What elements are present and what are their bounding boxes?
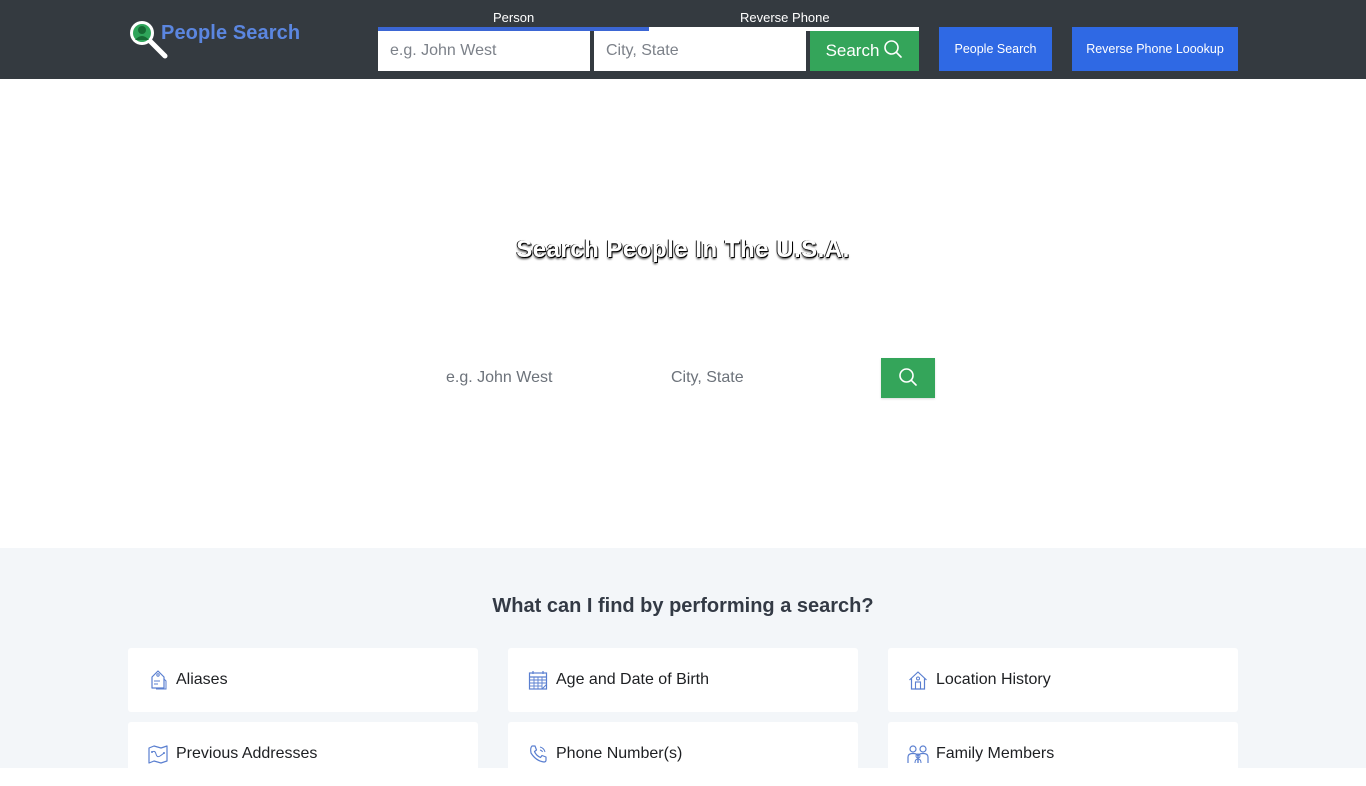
tab-person[interactable]: Person [493,10,534,25]
hero-title: Search People In The U.S.A. [516,236,850,263]
hero-location-input[interactable] [671,358,871,398]
feature-card-age-dob: Age and Date of Birth [508,648,858,712]
features-section: What can I find by performing a search? … [0,548,1366,786]
hero-name-input[interactable] [446,358,646,398]
feature-label: Aliases [176,671,228,688]
feature-label: Family Members [936,745,1055,762]
header-name-input[interactable] [378,31,590,71]
header-search-button-label: Search [825,41,880,60]
features-title: What can I find by performing a search? [492,595,874,617]
tab-reverse-phone[interactable]: Reverse Phone [740,10,830,25]
map-icon [147,743,169,765]
feature-card-phone-numbers: Phone Number(s) [508,722,858,786]
calendar-icon [527,669,549,691]
site-header: People Search Person Reverse Phone Searc… [0,0,1366,79]
family-icon [907,743,929,765]
feature-label: Age and Date of Birth [556,671,709,688]
phone-icon [527,743,549,765]
nav-reverse-phone-lookup-button[interactable]: Reverse Phone Loookup [1072,27,1238,71]
logo-link[interactable]: People Search [128,19,300,61]
tag-icon [147,669,169,691]
search-icon [883,39,903,64]
logo-text: People Search [161,22,301,44]
hero-search-button[interactable] [881,358,935,398]
feature-label: Location History [936,671,1051,688]
magnifier-person-logo-icon [128,19,170,61]
header-location-input[interactable] [594,31,806,71]
feature-label: Previous Addresses [176,745,318,762]
feature-card-location-history: Location History [888,648,1238,712]
nav-people-search-button[interactable]: People Search [939,27,1052,71]
feature-card-family-members: Family Members [888,722,1238,786]
hero-section: Search People In The U.S.A. [0,79,1366,548]
header-search-button[interactable]: Search [810,31,919,71]
feature-label: Phone Number(s) [556,745,683,762]
feature-card-aliases: Aliases [128,648,478,712]
feature-card-previous-addresses: Previous Addresses [128,722,478,786]
house-icon [907,669,929,691]
search-icon [898,367,918,390]
